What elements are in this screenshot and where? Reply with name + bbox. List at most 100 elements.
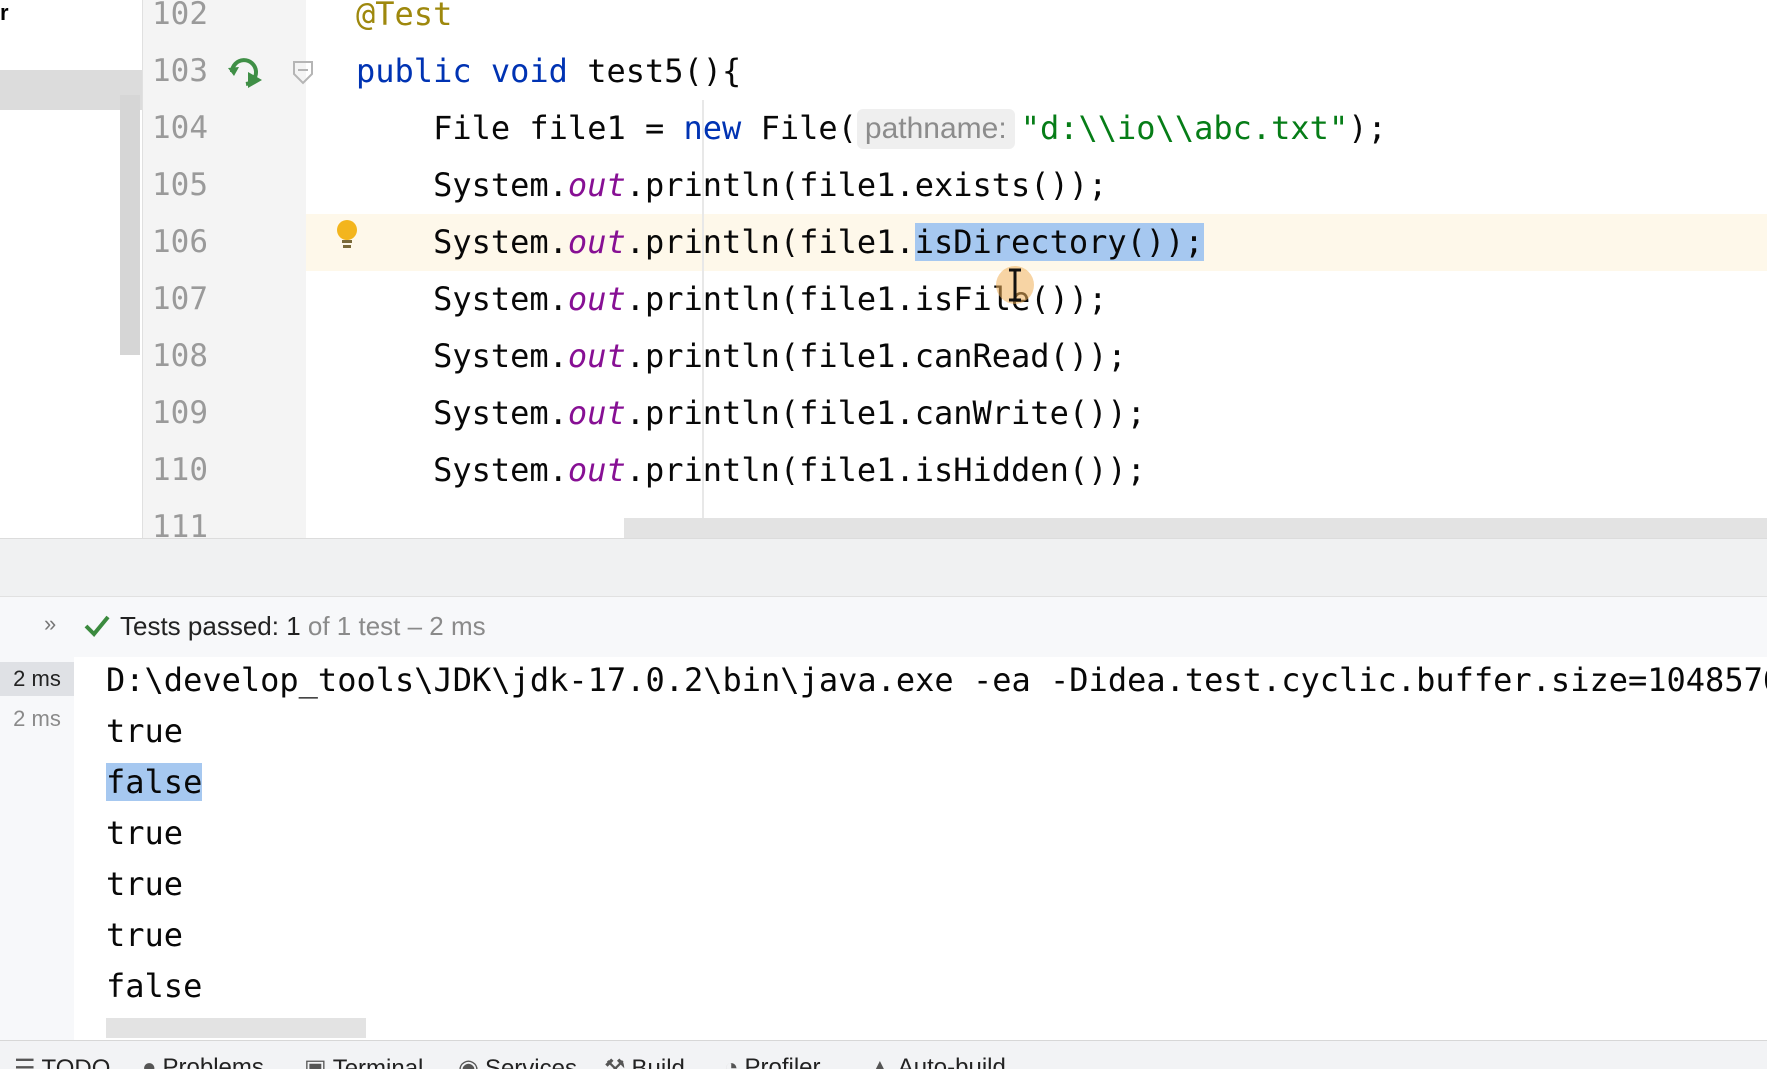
tool-auto-build[interactable]: ▲ Auto-build [868, 1054, 1006, 1069]
panel-splitter[interactable] [0, 538, 1767, 596]
code-line[interactable]: System.out.println(file1.isFile()); [306, 271, 1767, 328]
line-number: 108 [152, 338, 208, 374]
expand-chevrons-icon[interactable]: » [44, 611, 56, 637]
tool-services-label: Services [484, 1055, 577, 1069]
code-text: public void test5(){ [356, 43, 741, 100]
code-token: out [567, 223, 626, 261]
line-number: 105 [152, 167, 208, 203]
problems-icon: ● [142, 1054, 157, 1069]
test-status-passed: Tests passed: 1 [120, 611, 301, 641]
code-token: .println(file1. [625, 223, 915, 261]
code-line[interactable]: @Test [306, 0, 1767, 43]
mouse-cursor-icon [996, 266, 1034, 304]
hammer-icon: ⚒ [604, 1055, 626, 1069]
code-line[interactable]: System.out.println(file1.isDirectory()); [306, 214, 1767, 271]
code-line[interactable]: System.out.println(file1.canWrite()); [306, 385, 1767, 442]
test-run-header: » Tests passed: 1 of 1 test – 2 ms [0, 596, 1767, 658]
console-output-line: true [106, 865, 184, 903]
code-token: public void [356, 52, 588, 90]
code-token: System. [356, 280, 568, 318]
terminal-icon: ▣ [304, 1055, 327, 1069]
editor-horizontal-scrollbar[interactable] [624, 518, 1767, 538]
line-number: 102 [152, 0, 208, 32]
tool-todo-label: TODO [41, 1055, 111, 1069]
code-token: File file1 = [356, 109, 684, 147]
intention-bulb-icon[interactable] [335, 219, 359, 251]
line-number: 103 [152, 53, 208, 89]
code-text: File file1 = new File(pathname: "d:\\io\\… [356, 100, 1387, 157]
tool-terminal[interactable]: ▣ Terminal [304, 1054, 423, 1069]
code-token: System. [356, 223, 568, 261]
test-status-detail: of 1 test – 2 ms [300, 611, 486, 641]
tool-auto-build-label: Auto-build [897, 1054, 1006, 1069]
indent-guide [702, 100, 704, 538]
fold-icon[interactable] [292, 60, 314, 86]
list-icon: ☰ [14, 1055, 36, 1069]
code-token: out [567, 166, 626, 204]
tool-problems-label: Problems [162, 1054, 264, 1069]
code-token: test5(){ [587, 52, 742, 90]
code-token: System. [356, 394, 568, 432]
line-number: 106 [152, 224, 208, 260]
console-output-line: true [106, 916, 184, 954]
code-editor[interactable]: @Test public void test5(){ File file1 = n… [306, 0, 1767, 538]
tool-services[interactable]: ◉ Services [458, 1054, 577, 1069]
code-token: .println(file1.canRead()); [625, 337, 1127, 375]
code-token: out [567, 280, 626, 318]
code-text: System.out.println(file1.isDirectory()); [356, 214, 1204, 271]
code-line[interactable]: File file1 = new File(pathname: "d:\\io\\… [306, 100, 1767, 157]
console-output-line: true [106, 814, 184, 852]
tool-build[interactable]: ⚒ Build [604, 1054, 685, 1069]
tool-window-bar: ☰ TODO ● Problems ▣ Terminal ◉ Services ⚒ Bui… [0, 1040, 1767, 1069]
code-line[interactable]: System.out.println(file1.exists()); [306, 157, 1767, 214]
code-line[interactable]: System.out.println(file1.canRead()); [306, 328, 1767, 385]
selected-code: isDirectory()); [914, 223, 1204, 261]
line-number: 107 [152, 281, 208, 317]
code-token: File( [741, 109, 857, 147]
project-panel-edge: r [0, 0, 142, 538]
tool-profiler[interactable]: ◔ Profiler [724, 1054, 821, 1069]
profiler-icon: ◔ [724, 1054, 739, 1069]
line-number: 110 [152, 452, 208, 488]
line-number: 111 [152, 509, 208, 545]
run-test-icon[interactable] [226, 52, 266, 92]
tool-todo[interactable]: ☰ TODO [14, 1054, 110, 1069]
line-number: 109 [152, 395, 208, 431]
console-horizontal-scrollbar[interactable] [106, 1018, 366, 1038]
code-token: System. [356, 337, 568, 375]
tool-problems[interactable]: ● Problems [142, 1054, 264, 1069]
test-status: Tests passed: 1 of 1 test – 2 ms [120, 611, 486, 642]
code-text: System.out.println(file1.isHidden()); [356, 442, 1146, 499]
code-token: out [567, 337, 626, 375]
code-token: new [683, 109, 742, 147]
services-icon: ◉ [458, 1055, 479, 1069]
console-output[interactable]: D:\develop_tools\JDK\jdk-17.0.2\bin\java… [74, 657, 1767, 1040]
warning-icon: ▲ [868, 1054, 892, 1069]
code-token: out [567, 394, 626, 432]
tool-terminal-label: Terminal [332, 1055, 424, 1069]
code-token: @Test [356, 0, 453, 33]
code-line[interactable]: public void test5(){ [306, 43, 1767, 100]
code-token: System. [356, 451, 568, 489]
code-text: System.out.println(file1.canWrite()); [356, 385, 1146, 442]
code-token: .println(file1.exists()); [625, 166, 1108, 204]
line-number: 104 [152, 110, 208, 146]
console-output-line: false [106, 754, 203, 811]
code-line[interactable]: System.out.println(file1.isHidden()); [306, 442, 1767, 499]
code-text: @Test [356, 0, 452, 43]
tool-profiler-label: Profiler [744, 1054, 821, 1069]
project-panel-scrollbar[interactable] [120, 95, 140, 355]
code-token: out [567, 451, 626, 489]
tool-build-label: Build [631, 1055, 685, 1069]
code-token: "d:\\io\\abc.txt" [1020, 109, 1349, 147]
console-output-line: false [106, 967, 203, 1005]
code-text: System.out.println(file1.exists()); [356, 157, 1107, 214]
code-token: System. [356, 166, 568, 204]
console-output-line: true [106, 712, 184, 750]
console-command-line: D:\develop_tools\JDK\jdk-17.0.2\bin\java… [106, 661, 1767, 699]
timing-suite[interactable]: 2 ms [0, 662, 74, 696]
timing-test[interactable]: 2 ms [0, 706, 74, 732]
check-icon [84, 615, 110, 637]
code-text: System.out.println(file1.canRead()); [356, 328, 1127, 385]
test-tree-timings: 2 ms 2 ms [0, 657, 75, 1040]
